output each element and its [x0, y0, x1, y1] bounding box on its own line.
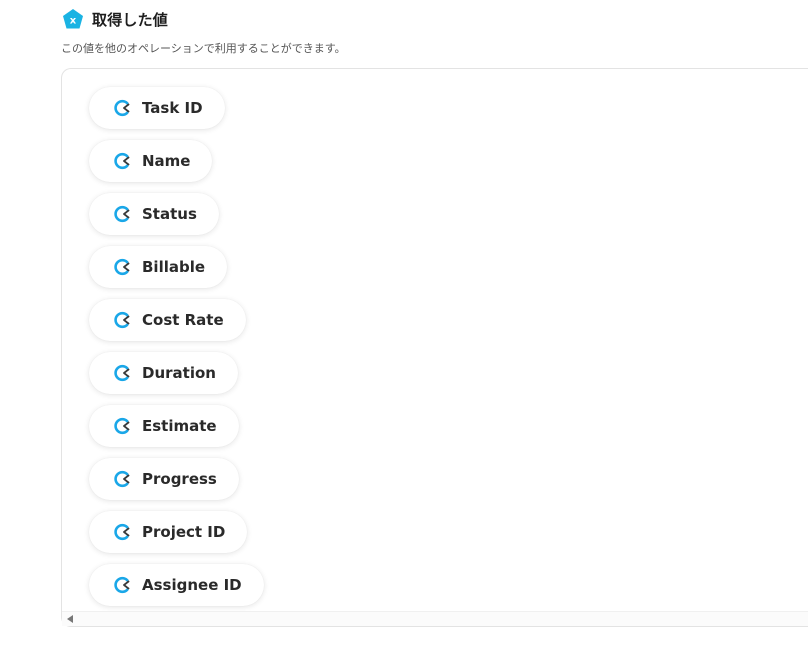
x-pentagon-icon: x	[63, 9, 83, 29]
value-chip-label: Progress	[142, 470, 217, 488]
value-chip-label: Project ID	[142, 523, 226, 541]
clickup-icon	[114, 417, 130, 435]
clickup-icon	[114, 470, 130, 488]
value-chip-label: Task ID	[142, 99, 203, 117]
value-chip-estimate[interactable]: Estimate	[89, 405, 239, 447]
clickup-icon	[114, 99, 130, 117]
value-chip-label: Status	[142, 205, 197, 223]
value-chip-label: Name	[142, 152, 191, 170]
value-chip-label: Assignee ID	[142, 576, 242, 594]
scroll-left-arrow-icon[interactable]	[67, 615, 73, 623]
value-chip-label: Billable	[142, 258, 206, 276]
section-description: この値を他のオペレーションで利用することができます。	[61, 42, 346, 55]
value-chip-task-id[interactable]: Task ID	[89, 87, 225, 129]
clickup-icon	[114, 152, 130, 170]
section-header: x 取得した値	[62, 8, 168, 30]
value-chip-cost-rate[interactable]: Cost Rate	[89, 299, 246, 341]
page-title: 取得した値	[92, 10, 169, 29]
values-panel: Task ID Name Status Billable Cost Rate D…	[61, 68, 808, 627]
clickup-icon	[114, 523, 130, 541]
horizontal-scrollbar[interactable]	[62, 611, 808, 626]
clickup-icon	[114, 205, 130, 223]
value-chip-duration[interactable]: Duration	[89, 352, 238, 394]
svg-text:x: x	[70, 16, 77, 27]
value-chip-status[interactable]: Status	[89, 193, 219, 235]
value-chip-label: Duration	[142, 364, 216, 382]
value-chip-assignee-id[interactable]: Assignee ID	[89, 564, 264, 606]
clickup-icon	[114, 311, 130, 329]
value-chip-billable[interactable]: Billable	[89, 246, 228, 288]
value-chip-name[interactable]: Name	[89, 140, 213, 182]
clickup-icon	[114, 576, 130, 594]
value-chip-label: Estimate	[142, 417, 217, 435]
value-chip-project-id[interactable]: Project ID	[89, 511, 248, 553]
clickup-icon	[114, 364, 130, 382]
value-chip-progress[interactable]: Progress	[89, 458, 239, 500]
value-chip-label: Cost Rate	[142, 311, 224, 329]
clickup-icon	[114, 258, 130, 276]
